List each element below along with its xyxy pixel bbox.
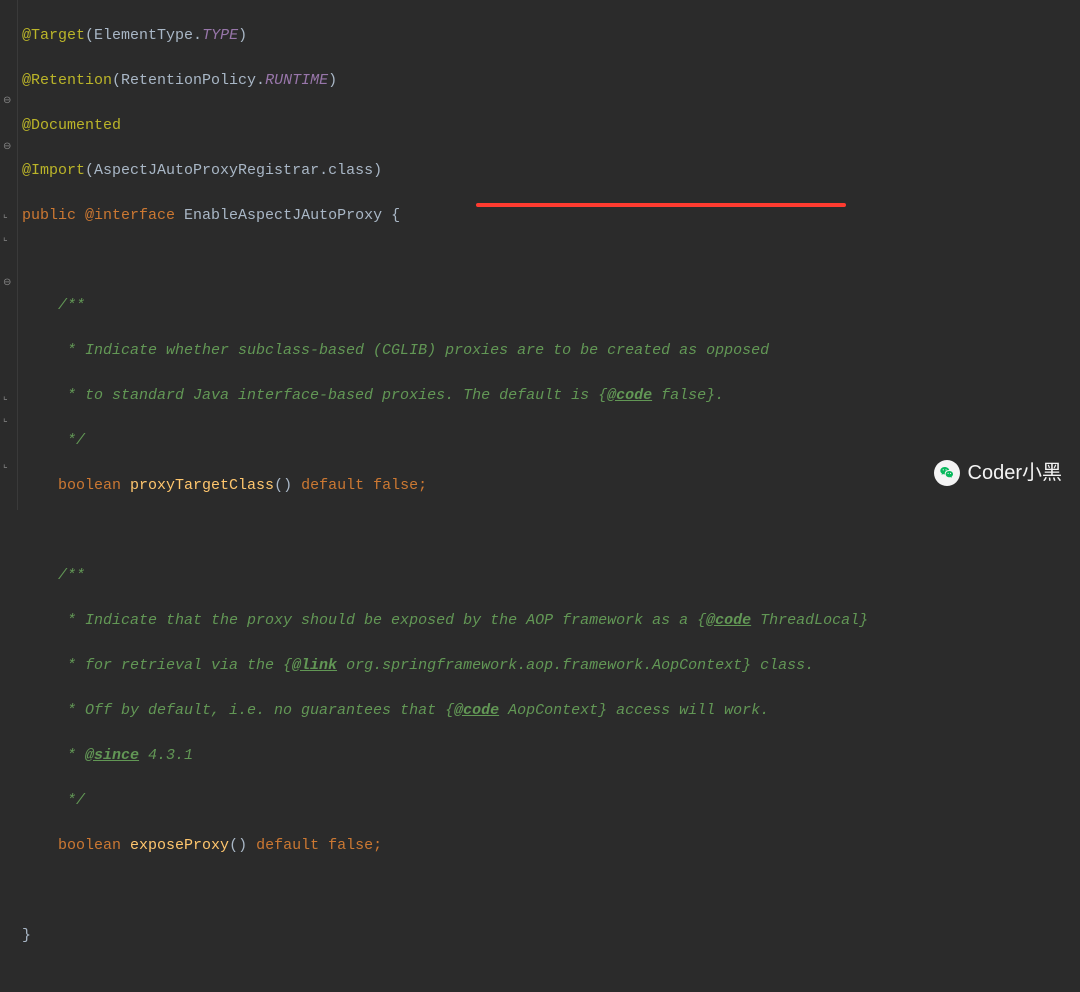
- fold-end-icon[interactable]: ⌞: [3, 412, 8, 427]
- javadoc-line: */: [22, 430, 1080, 453]
- fold-end-icon[interactable]: ⌞: [3, 458, 8, 473]
- watermark-text: Coder小黑: [968, 458, 1062, 488]
- highlight-underline: [476, 203, 846, 207]
- code-editor[interactable]: ⊖ ⊖ ⌞ ⌞ ⊖ ⌞ ⌞ ⌞ @Target(ElementType.TYPE…: [0, 0, 1080, 510]
- type-declaration: public @interface EnableAspectJAutoProxy…: [22, 205, 1080, 228]
- close-brace: }: [22, 925, 1080, 948]
- fold-toggle-icon[interactable]: ⊖: [3, 276, 11, 291]
- fold-end-icon[interactable]: ⌞: [3, 208, 8, 223]
- method-exposeProxy: boolean exposeProxy() default false;: [22, 835, 1080, 858]
- javadoc-line: * Off by default, i.e. no guarantees tha…: [22, 700, 1080, 723]
- fold-toggle-icon[interactable]: ⊖: [3, 140, 11, 155]
- javadoc-line: * to standard Java interface-based proxi…: [22, 385, 1080, 408]
- method-proxyTargetClass: boolean proxyTargetClass() default false…: [22, 475, 1080, 498]
- javadoc-line: */: [22, 790, 1080, 813]
- javadoc-line: * for retrieval via the {@link org.sprin…: [22, 655, 1080, 678]
- annotation-documented: @Documented: [22, 115, 1080, 138]
- fold-end-icon[interactable]: ⌞: [3, 390, 8, 405]
- fold-end-icon[interactable]: ⌞: [3, 231, 8, 246]
- fold-toggle-icon[interactable]: ⊖: [3, 94, 11, 109]
- javadoc-line: * Indicate whether subclass-based (CGLIB…: [22, 340, 1080, 363]
- annotation-import: @Import(AspectJAutoProxyRegistrar.class): [22, 160, 1080, 183]
- code-area[interactable]: @Target(ElementType.TYPE) @Retention(Ret…: [18, 0, 1080, 510]
- blank-line: [22, 250, 1080, 273]
- annotation-target: @Target(ElementType.TYPE): [22, 25, 1080, 48]
- javadoc-line: * @since 4.3.1: [22, 745, 1080, 768]
- blank-line: [22, 880, 1080, 903]
- gutter: ⊖ ⊖ ⌞ ⌞ ⊖ ⌞ ⌞ ⌞: [0, 0, 18, 510]
- wechat-icon: [934, 460, 960, 486]
- javadoc-line: /**: [22, 565, 1080, 588]
- annotation-retention: @Retention(RetentionPolicy.RUNTIME): [22, 70, 1080, 93]
- blank-line: [22, 520, 1080, 543]
- javadoc-line: * Indicate that the proxy should be expo…: [22, 610, 1080, 633]
- javadoc-line: /**: [22, 295, 1080, 318]
- watermark: Coder小黑: [934, 458, 1062, 488]
